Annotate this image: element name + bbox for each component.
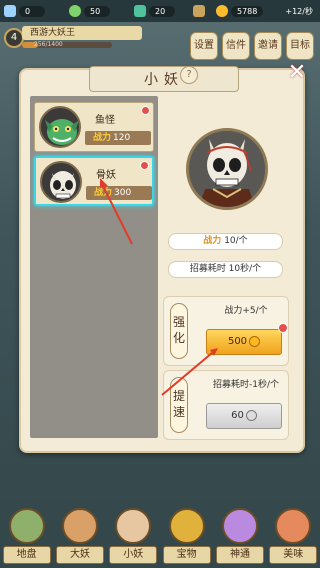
power-label: 战力: [93, 133, 112, 143]
bone-demon-avatar: [40, 161, 82, 203]
nav-power[interactable]: 神通: [215, 508, 264, 568]
panel-title: 小妖: [89, 66, 239, 92]
magic-icon: [221, 508, 258, 544]
strengthen-section: 强化 战力+5/个 500: [163, 296, 289, 366]
food-icon: [275, 508, 312, 544]
fish-monster-avatar: [39, 106, 81, 148]
gem-icon: [4, 5, 16, 17]
treasure-icon: [168, 508, 205, 544]
skull-icon: [50, 171, 76, 199]
ticket-icon: [134, 5, 146, 17]
resource-2: 50: [69, 5, 110, 17]
strengthen-desc: 战力+5/个: [224, 306, 268, 316]
nav-label: 美味: [269, 546, 318, 564]
nav-treasure[interactable]: 宝物: [162, 508, 211, 568]
bottom-nav: 地盘 大妖 小妖 宝物 神通 美味: [0, 505, 320, 568]
recruit-time-stat: 招募耗时 10秒/个: [168, 261, 283, 278]
list-item-fish-monster[interactable]: 鱼怪 战力 120: [34, 102, 154, 152]
power-label: 战力: [94, 188, 113, 198]
speedup-desc: 招募耗时-1秒/个: [212, 380, 279, 390]
nav-label: 小妖: [109, 546, 158, 564]
resource-bar: 0 50 20 5788 +12/秒: [0, 0, 320, 22]
nav-food[interactable]: 美味: [269, 508, 318, 568]
nav-label: 宝物: [162, 546, 211, 564]
orb-icon: [69, 5, 81, 17]
resource-1: 0: [4, 5, 45, 17]
fish-monster-name: 鱼怪: [95, 115, 115, 126]
notification-dot: [278, 323, 288, 333]
speedup-button[interactable]: 60: [206, 403, 282, 429]
resource-3: 20: [134, 5, 175, 17]
player-level: 4: [4, 28, 24, 48]
power-value: 120: [113, 133, 131, 143]
minion-icon: [115, 508, 152, 544]
nav-minion[interactable]: 小妖: [109, 508, 158, 568]
clock-icon: [245, 409, 257, 421]
coin-icon: [249, 335, 261, 347]
invite-button[interactable]: 邀请: [254, 32, 282, 60]
minion-list[interactable]: 鱼怪 战力 120 骨妖 战力 300: [30, 96, 158, 438]
power-value: 10/个: [224, 236, 248, 246]
mail-button[interactable]: 信件: [222, 32, 250, 60]
notification-dot: [141, 106, 150, 115]
fish-monster-power: 战力 120: [85, 131, 151, 145]
list-item-bone-demon[interactable]: 骨妖 战力 300: [34, 156, 154, 206]
skull-portrait-icon: [189, 131, 265, 207]
selected-minion-portrait: [186, 128, 268, 210]
power-label: 战力: [203, 236, 222, 246]
resource-2-value: 50: [84, 5, 110, 17]
speedup-label: 提速: [170, 377, 188, 433]
player-header: 4 西游大妖王 256/1400 设置 信件 邀请 目标: [0, 22, 320, 62]
power-value: 300: [114, 188, 132, 198]
coin-icon: [216, 5, 228, 17]
settings-button[interactable]: 设置: [190, 32, 218, 60]
strengthen-button[interactable]: 500: [206, 329, 282, 355]
income-rate-value: +12/秒: [285, 6, 313, 16]
minion-power-stat: 战力 10/个: [168, 233, 283, 250]
exp-text: 256/1400: [34, 41, 63, 48]
bone-demon-name: 骨妖: [96, 170, 116, 181]
player-name: 西游大妖王: [22, 26, 142, 40]
resource-3-value: 20: [149, 5, 175, 17]
nav-label: 神通: [215, 546, 264, 564]
close-icon[interactable]: ✕: [286, 62, 308, 84]
resource-5: 5788: [216, 5, 264, 17]
strengthen-label: 强化: [170, 303, 188, 359]
bone-demon-power: 战力 300: [86, 186, 152, 200]
help-icon[interactable]: ?: [180, 66, 198, 84]
resource-4[interactable]: [193, 5, 208, 17]
fish-monster-icon: [45, 119, 79, 145]
resource-5-value: 5788: [231, 5, 264, 17]
nav-territory[interactable]: 地盘: [2, 508, 51, 568]
grid-icon: [193, 5, 205, 17]
nav-big-demon[interactable]: 大妖: [55, 508, 104, 568]
income-rate: +12/秒: [285, 6, 313, 17]
nav-label: 地盘: [2, 546, 51, 564]
nav-label: 大妖: [55, 546, 104, 564]
territory-icon: [8, 508, 45, 544]
big-demon-icon: [61, 508, 98, 544]
notification-dot: [140, 161, 149, 170]
speedup-cost: 60: [231, 410, 244, 421]
resource-1-value: 0: [19, 5, 45, 17]
goal-button[interactable]: 目标: [286, 32, 314, 60]
speedup-section: 提速 招募耗时-1秒/个 60: [163, 370, 289, 440]
strengthen-cost: 500: [227, 336, 248, 347]
